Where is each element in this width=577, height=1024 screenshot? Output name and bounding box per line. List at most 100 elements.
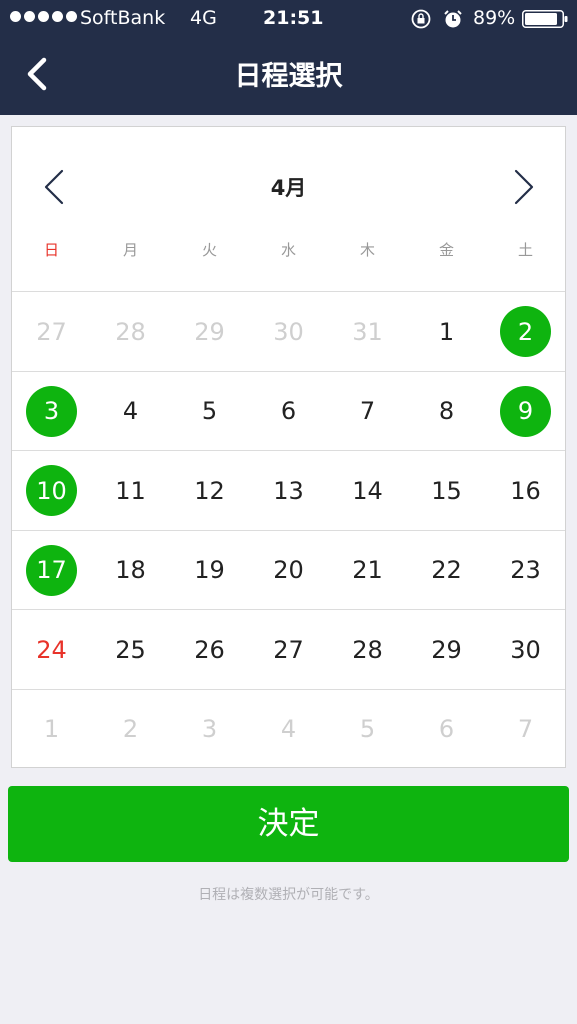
calendar-day[interactable]: 7 <box>328 372 407 451</box>
day-number: 2 <box>517 317 534 346</box>
weekday-header: 日 月 火 水 木 金 土 <box>12 239 565 269</box>
day-number: 18 <box>115 556 146 584</box>
day-number: 6 <box>438 715 455 743</box>
calendar-day[interactable]: 6 <box>249 372 328 451</box>
day-number: 30 <box>273 317 304 346</box>
calendar-day: 31 <box>328 292 407 371</box>
calendar-day[interactable]: 1 <box>407 292 486 371</box>
weekday-label: 火 <box>201 241 217 259</box>
calendar-day[interactable]: 23 <box>486 531 565 610</box>
day-number: 12 <box>194 476 225 505</box>
calendar-day[interactable]: 26 <box>170 610 249 689</box>
calendar-day[interactable]: 20 <box>249 531 328 610</box>
calendar-day[interactable]: 24 <box>12 610 91 689</box>
day-number: 23 <box>510 556 541 584</box>
calendar-day: 2 <box>91 690 170 769</box>
day-number: 27 <box>36 317 67 346</box>
day-number: 30 <box>510 635 541 664</box>
calendar-day[interactable]: 14 <box>328 451 407 530</box>
confirm-button[interactable]: 決定 <box>8 786 569 862</box>
day-number: 1 <box>43 715 60 743</box>
calendar-day[interactable]: 11 <box>91 451 170 530</box>
calendar-day-selected[interactable]: 17 <box>12 531 91 610</box>
day-number: 20 <box>273 556 304 584</box>
calendar-day: 6 <box>407 690 486 769</box>
day-number: 2 <box>122 715 139 743</box>
calendar-week-row: 3 4 5 6 7 8 9 <box>12 370 565 451</box>
day-number: 7 <box>517 715 534 743</box>
rotation-lock-icon <box>411 9 431 29</box>
day-number: 7 <box>359 397 376 425</box>
calendar-day[interactable]: 8 <box>407 372 486 451</box>
day-number: 29 <box>194 317 225 346</box>
weekday-label: 金 <box>438 241 454 259</box>
signal-dots-icon <box>10 11 77 22</box>
day-number: 10 <box>36 476 67 505</box>
weekday-label: 日 <box>43 241 59 259</box>
calendar-week-row: 24 25 26 27 28 29 30 <box>12 609 565 689</box>
calendar-day: 29 <box>170 292 249 371</box>
day-number: 28 <box>352 635 383 664</box>
calendar-day: 28 <box>91 292 170 371</box>
day-number: 17 <box>36 556 67 584</box>
calendar-day[interactable]: 4 <box>91 372 170 451</box>
calendar-day: 30 <box>249 292 328 371</box>
calendar-day[interactable]: 27 <box>249 610 328 689</box>
next-month-button[interactable] <box>504 165 544 209</box>
day-number: 29 <box>431 635 462 664</box>
day-number: 24 <box>36 635 67 664</box>
day-number: 31 <box>352 317 383 346</box>
calendar-day-selected[interactable]: 3 <box>12 372 91 451</box>
day-number: 13 <box>273 476 304 505</box>
calendar-day[interactable]: 18 <box>91 531 170 610</box>
calendar-day[interactable]: 25 <box>91 610 170 689</box>
calendar-week-row: 1 2 3 4 5 6 7 <box>12 688 565 769</box>
calendar-day: 27 <box>12 292 91 371</box>
day-number: 8 <box>438 397 455 425</box>
calendar-day[interactable]: 12 <box>170 451 249 530</box>
day-number: 3 <box>201 715 218 743</box>
day-number: 28 <box>115 317 146 346</box>
calendar-day[interactable]: 30 <box>486 610 565 689</box>
weekday-label: 土 <box>517 241 533 259</box>
day-number: 14 <box>352 476 383 505</box>
hint-text: 日程は複数選択が可能です。 <box>198 887 379 903</box>
day-number: 19 <box>194 556 225 584</box>
battery-icon <box>522 10 568 28</box>
calendar-day: 3 <box>170 690 249 769</box>
calendar-day: 7 <box>486 690 565 769</box>
calendar-day: 4 <box>249 690 328 769</box>
calendar-grid: 27 28 29 30 31 1 2 3 4 5 6 7 8 9 10 11 12 13 14 15 16 17 18 19 2… <box>12 291 565 768</box>
day-number: 4 <box>280 715 297 743</box>
status-bar: SoftBank 4G 21:51 89% <box>0 0 577 38</box>
calendar-day[interactable]: 16 <box>486 451 565 530</box>
day-number: 15 <box>431 476 462 505</box>
calendar-day[interactable]: 22 <box>407 531 486 610</box>
calendar-day[interactable]: 19 <box>170 531 249 610</box>
calendar-day[interactable]: 29 <box>407 610 486 689</box>
network-label: 4G <box>190 7 217 29</box>
calendar-day-selected[interactable]: 9 <box>486 372 565 451</box>
calendar-day-selected[interactable]: 2 <box>486 292 565 371</box>
day-number: 25 <box>115 635 146 664</box>
calendar-day-selected[interactable]: 10 <box>12 451 91 530</box>
calendar-day: 1 <box>12 690 91 769</box>
carrier-label: SoftBank <box>80 7 166 29</box>
weekday-label: 月 <box>122 241 138 259</box>
calendar-day[interactable]: 28 <box>328 610 407 689</box>
app-header: SoftBank 4G 21:51 89% 日程選択 <box>0 0 577 115</box>
day-number: 11 <box>115 476 146 505</box>
calendar-day[interactable]: 5 <box>170 372 249 451</box>
day-number: 3 <box>43 397 60 425</box>
day-number: 22 <box>431 556 462 584</box>
day-number: 9 <box>517 397 534 425</box>
day-number: 16 <box>510 476 541 505</box>
calendar-day[interactable]: 13 <box>249 451 328 530</box>
month-title: 4月 <box>270 176 307 200</box>
day-number: 5 <box>359 715 376 743</box>
calendar-day[interactable]: 21 <box>328 531 407 610</box>
calendar-day[interactable]: 15 <box>407 451 486 530</box>
day-number: 1 <box>438 317 455 346</box>
day-number: 26 <box>194 635 225 664</box>
day-number: 5 <box>201 397 218 425</box>
